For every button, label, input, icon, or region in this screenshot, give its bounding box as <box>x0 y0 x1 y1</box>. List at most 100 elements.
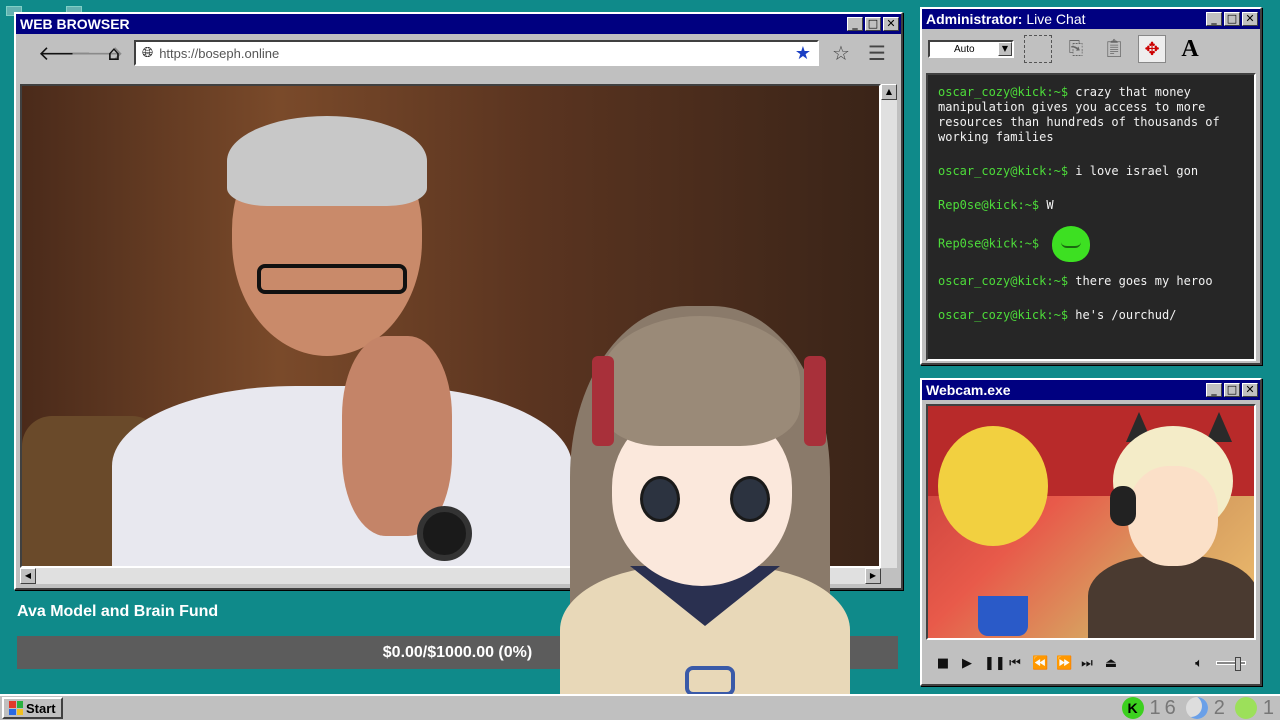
skip-back-icon[interactable]: ⏮ <box>1008 656 1022 671</box>
pause-icon[interactable]: ❚❚ <box>984 656 1006 671</box>
tray-count: 1 <box>1262 696 1278 719</box>
media-controls: ■ ▶ ❚❚ ⏮ ⏪ ⏩ ⏭ ⏏ 🔈︎ <box>926 646 1256 680</box>
close-button[interactable]: ✕ <box>1242 383 1258 397</box>
avatar-bow <box>685 666 735 696</box>
address-bar[interactable]: 🌐︎ https://boseph.online ★ <box>134 40 819 66</box>
browser-title: WEB BROWSER <box>20 16 130 32</box>
close-button[interactable]: ✕ <box>883 17 899 31</box>
chat-text: he's /ourchud/ <box>1075 308 1177 322</box>
chat-username: oscar_cozy@kick:~$ <box>938 85 1069 99</box>
chat-title: Live Chat <box>1026 11 1086 27</box>
system-tray: K 16 2 1 <box>1121 696 1279 720</box>
select-icon[interactable] <box>1024 35 1052 63</box>
avatar-ribbon <box>804 356 826 446</box>
taskbar: Start K 16 2 1 <box>0 694 1280 720</box>
eject-icon[interactable]: ⏏ <box>1104 656 1118 671</box>
cam-headset <box>1110 486 1136 526</box>
maximize-button[interactable]: □ <box>865 17 881 31</box>
paste-icon[interactable]: 📋︎ <box>1100 35 1128 63</box>
volume-icon[interactable]: 🔈︎ <box>1192 656 1206 671</box>
minimize-button[interactable]: _ <box>1206 383 1222 397</box>
fund-progress-label: $0.00/$1000.00 (0%) <box>382 643 533 661</box>
video-person-watch <box>417 506 472 561</box>
volume-slider[interactable] <box>1216 657 1246 671</box>
video-person-hand <box>342 336 452 536</box>
cam-person-body <box>1088 556 1254 638</box>
url-text[interactable]: https://boseph.online <box>159 46 789 61</box>
chat-username: oscar_cozy@kick:~$ <box>938 308 1069 322</box>
start-button[interactable]: Start <box>2 697 63 719</box>
rewind-icon[interactable]: ⏪ <box>1032 656 1048 671</box>
font-icon[interactable]: A <box>1176 35 1204 63</box>
mode-dropdown[interactable]: Auto ▼ <box>928 40 1014 58</box>
minimize-button[interactable]: _ <box>847 17 863 31</box>
maximize-button[interactable]: □ <box>1224 383 1240 397</box>
chat-username: oscar_cozy@kick:~$ <box>938 164 1069 178</box>
emote-icon <box>1052 226 1091 262</box>
chat-log[interactable]: oscar_cozy@kick:~$ crazy that money mani… <box>926 73 1256 361</box>
globe-icon: 🌐︎ <box>142 45 154 61</box>
chat-username: Rep0se@kick:~$ <box>938 198 1040 212</box>
maximize-button[interactable]: □ <box>1224 12 1240 26</box>
chat-message: oscar_cozy@kick:~$ he's /ourchud/ <box>938 308 1244 323</box>
scroll-up-button[interactable]: ▲ <box>881 84 897 100</box>
play-circle-icon[interactable] <box>1234 697 1257 719</box>
windows-logo-icon <box>9 701 23 715</box>
browser-titlebar[interactable]: WEB BROWSER _ □ ✕ <box>16 14 901 34</box>
chat-message: oscar_cozy@kick:~$ i love israel gon <box>938 164 1244 179</box>
chat-message: oscar_cozy@kick:~$ crazy that money mani… <box>938 85 1244 145</box>
tray-count: 2 <box>1213 696 1229 719</box>
avatar-bangs <box>600 316 800 446</box>
webcam-view <box>926 404 1256 640</box>
vtuber-avatar <box>540 296 860 720</box>
cam-cup <box>978 596 1028 636</box>
video-person-hair <box>227 116 427 206</box>
cam-plush <box>938 426 1048 546</box>
kick-icon[interactable]: K <box>1121 697 1144 719</box>
avatar-eye <box>730 476 770 522</box>
start-label: Start <box>26 700 56 716</box>
chat-message: oscar_cozy@kick:~$ there goes my heroo <box>938 274 1244 289</box>
chat-titlebar[interactable]: Administrator: Live Chat _ □ ✕ <box>922 9 1260 29</box>
chat-text: i love israel gon <box>1075 164 1199 178</box>
avatar-ribbon <box>592 356 614 446</box>
hamburger-menu-icon[interactable]: ☰ <box>863 41 891 65</box>
chat-window: Administrator: Live Chat _ □ ✕ Auto ▼ ⎘ … <box>920 7 1262 365</box>
chevron-down-icon[interactable]: ▼ <box>998 42 1012 56</box>
chat-message: Rep0se@kick:~$ <box>938 226 1244 262</box>
chat-username: oscar_cozy@kick:~$ <box>938 274 1069 288</box>
chat-text: there goes my heroo <box>1075 274 1213 288</box>
fast-forward-icon[interactable]: ⏩ <box>1056 656 1072 671</box>
stop-icon[interactable]: ■ <box>936 656 950 671</box>
video-person-glasses <box>257 264 407 294</box>
move-icon[interactable]: ✥ <box>1138 35 1166 63</box>
moon-icon[interactable] <box>1185 697 1208 719</box>
chat-toolbar: Auto ▼ ⎘ 📋︎ ✥ A <box>922 29 1260 69</box>
bookmark-star-filled-icon[interactable]: ★ <box>795 43 811 64</box>
chat-message: Rep0se@kick:~$ W <box>938 198 1244 213</box>
skip-forward-icon[interactable]: ⏭ <box>1080 656 1094 671</box>
chat-text: W <box>1046 198 1054 212</box>
webcam-window: Webcam.exe _ □ ✕ ■ ▶ ❚❚ ⏮ ⏪ ⏩ ⏭ ⏏ 🔈︎ <box>920 378 1262 686</box>
scroll-left-button[interactable]: ◀ <box>20 568 36 584</box>
cam-person-face <box>1128 466 1218 566</box>
scroll-right-button[interactable]: ▶ <box>865 568 881 584</box>
chat-title-prefix: Administrator: <box>926 11 1023 27</box>
home-icon[interactable]: ⌂ <box>102 41 126 65</box>
tray-count: 16 <box>1149 696 1180 719</box>
bookmark-star-outline-icon[interactable]: ☆ <box>827 41 855 65</box>
webcam-titlebar[interactable]: Webcam.exe _ □ ✕ <box>922 380 1260 400</box>
minimize-button[interactable]: _ <box>1206 12 1222 26</box>
chat-username: Rep0se@kick:~$ <box>938 236 1040 251</box>
copy-icon[interactable]: ⎘ <box>1062 35 1090 63</box>
forward-icon[interactable]: 🡒 <box>70 41 124 65</box>
close-button[interactable]: ✕ <box>1242 12 1258 26</box>
browser-toolbar: 🡐 🡒 ⌂ 🌐︎ https://boseph.online ★ ☆ ☰ <box>16 34 901 72</box>
mode-value: Auto <box>954 43 975 55</box>
avatar-eye <box>640 476 680 522</box>
vertical-scrollbar[interactable]: ▲ <box>881 84 897 568</box>
back-icon[interactable]: 🡐 <box>38 41 92 65</box>
play-icon[interactable]: ▶ <box>960 656 974 671</box>
webcam-title: Webcam.exe <box>926 382 1011 398</box>
fund-title: Ava Model and Brain Fund <box>17 603 219 620</box>
